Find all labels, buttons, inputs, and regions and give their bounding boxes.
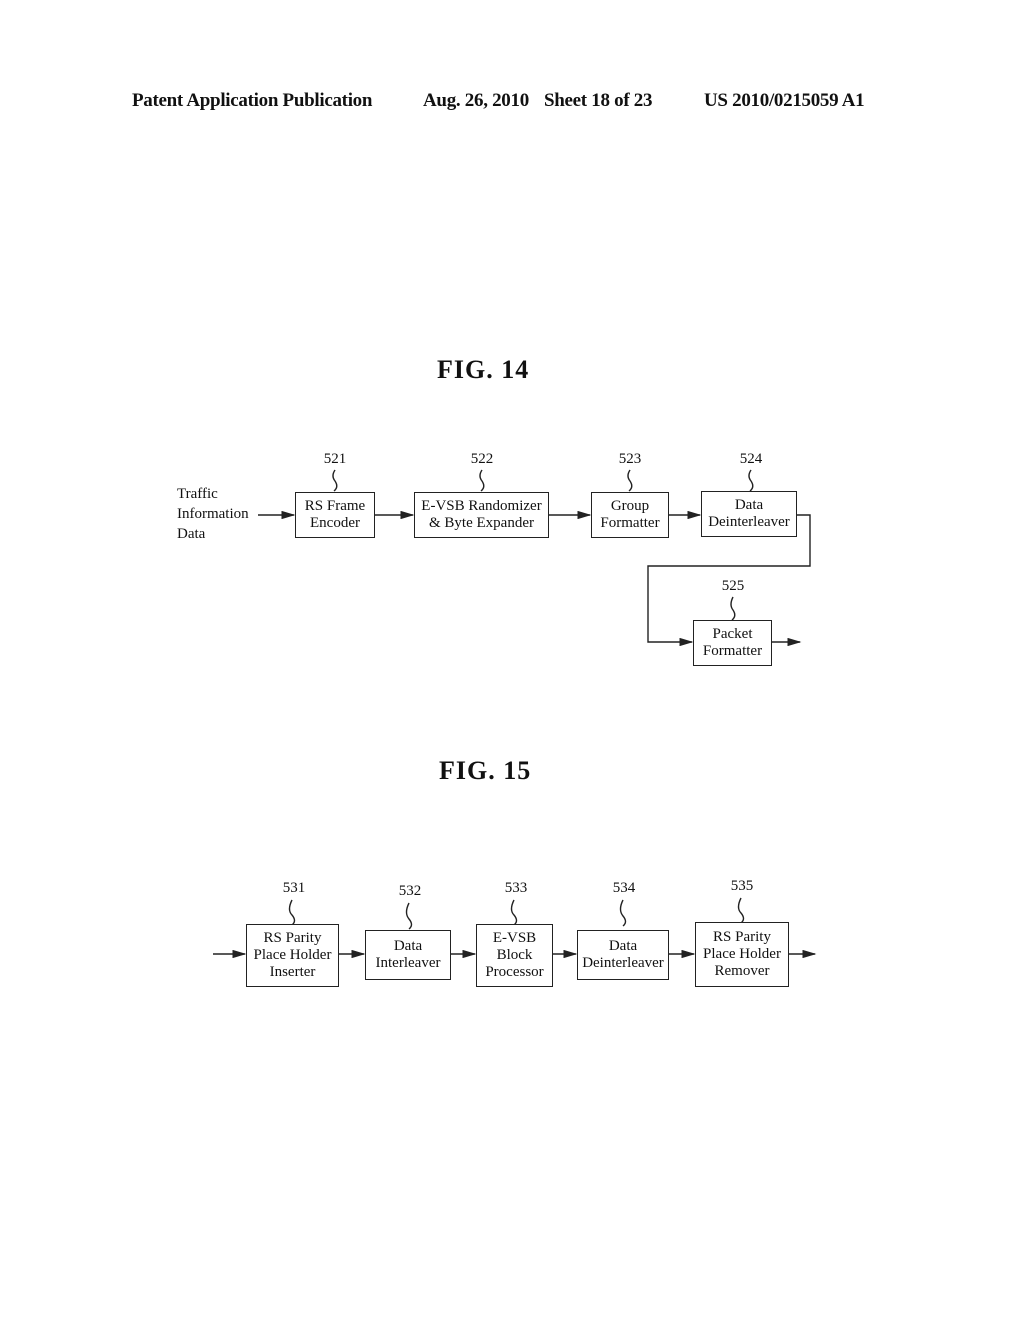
block-label: E-VSB — [492, 930, 537, 946]
block-label: Deinterleaver — [582, 955, 664, 971]
block-label: & Byte Expander — [429, 515, 534, 531]
ref-521: 521 — [323, 451, 347, 467]
block-label: Encoder — [310, 515, 360, 531]
publication-label: Patent Application Publication — [132, 90, 373, 111]
input-label-traffic-information-data: Traffic Information Data — [177, 484, 249, 544]
block-data-deinterleaver-2: Data Deinterleaver — [577, 930, 669, 980]
block-label: E-VSB Randomizer — [421, 498, 542, 514]
ref-533: 533 — [504, 880, 528, 896]
ref-534: 534 — [612, 880, 636, 896]
ref-522: 522 — [470, 451, 494, 467]
sheet-number: Sheet 18 of 23 — [544, 90, 653, 111]
block-label: Data — [393, 938, 423, 954]
block-label: Inserter — [269, 964, 316, 980]
block-label: Interleaver — [375, 955, 441, 971]
block-packet-formatter: Packet Formatter — [693, 620, 772, 666]
ref-535: 535 — [730, 878, 754, 894]
patent-number: US 2010/0215059 A1 — [704, 90, 865, 111]
input-label-line: Traffic — [177, 486, 218, 502]
block-evsb-block-processor: E-VSB Block Processor — [476, 924, 553, 987]
figure-15-title: FIG. 15 — [439, 756, 532, 785]
block-group-formatter: Group Formatter — [591, 492, 669, 538]
block-label: Data — [608, 938, 638, 954]
block-label: Formatter — [702, 643, 763, 659]
ref-531: 531 — [282, 880, 306, 896]
ref-523: 523 — [618, 451, 642, 467]
connection-lines — [213, 469, 817, 959]
block-evsb-randomizer-byte-expander: E-VSB Randomizer & Byte Expander — [414, 492, 549, 538]
block-label: Packet — [712, 626, 753, 642]
block-rs-frame-encoder: RS Frame Encoder — [295, 492, 375, 538]
block-rs-parity-place-holder-inserter: RS Parity Place Holder Inserter — [246, 924, 339, 987]
block-label: Remover — [714, 963, 770, 979]
input-label-line: Data — [177, 526, 206, 542]
block-label: RS Frame — [304, 498, 366, 514]
block-data-interleaver: Data Interleaver — [365, 930, 451, 980]
ref-532: 532 — [398, 883, 422, 899]
figure-14-title: FIG. 14 — [437, 355, 530, 384]
block-label: Block — [496, 947, 533, 963]
block-label: Deinterleaver — [708, 514, 790, 530]
ref-525: 525 — [721, 578, 745, 594]
block-label: Group — [610, 498, 650, 514]
block-data-deinterleaver: Data Deinterleaver — [701, 491, 797, 537]
block-label: Processor — [485, 964, 544, 980]
publication-date: Aug. 26, 2010 — [423, 90, 529, 111]
block-label: Place Holder — [253, 947, 332, 963]
block-label: Data — [734, 497, 764, 513]
ref-524: 524 — [739, 451, 763, 467]
input-label-line: Information — [177, 506, 249, 522]
block-label: RS Parity — [263, 930, 322, 946]
block-rs-parity-place-holder-remover: RS Parity Place Holder Remover — [695, 922, 789, 987]
block-label: RS Parity — [713, 929, 771, 945]
block-label: Place Holder — [703, 946, 781, 962]
block-label: Formatter — [600, 515, 660, 531]
